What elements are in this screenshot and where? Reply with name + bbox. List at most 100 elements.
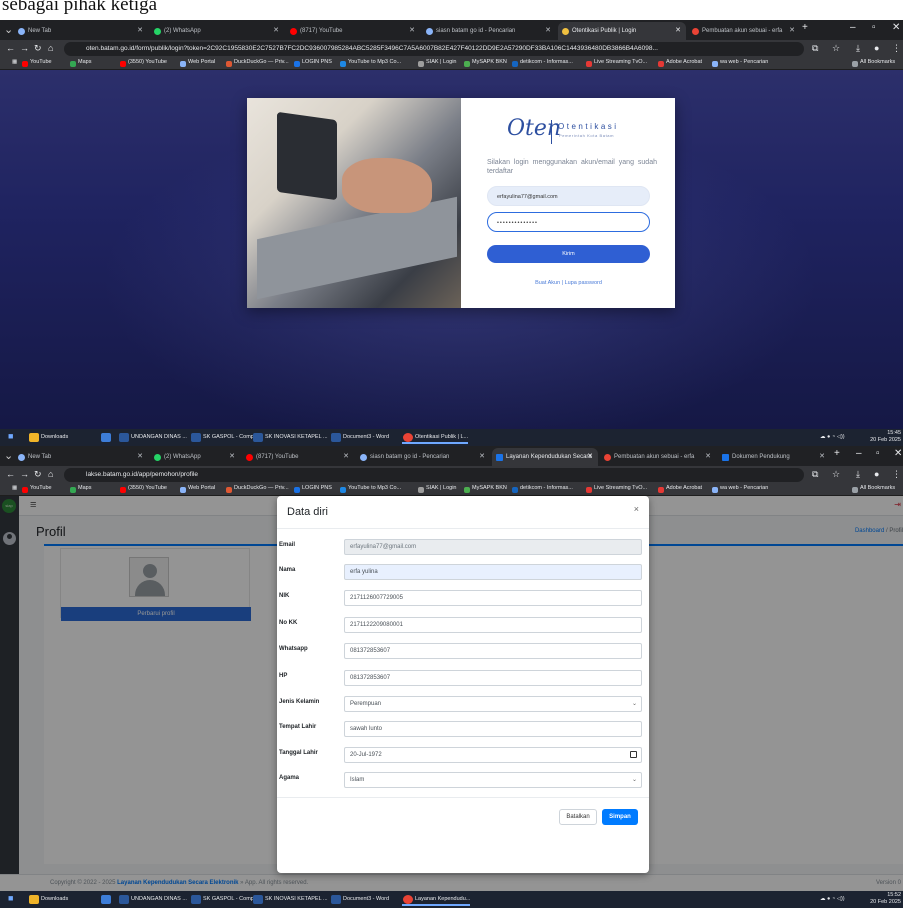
- tab-pembuatan-akun[interactable]: Pembuatan akun sebuai - erfa ✕: [688, 22, 800, 40]
- tab-close-icon[interactable]: ✕: [789, 22, 795, 40]
- nik-field[interactable]: 2171126007729005: [344, 590, 642, 606]
- tab-close-icon[interactable]: ✕: [343, 448, 349, 466]
- bookmark-adobe[interactable]: Adobe Acrobat: [658, 59, 702, 67]
- taskbar-sk-inovasi[interactable]: SK INOVASI KETAPEL ...: [252, 893, 328, 906]
- bookmark-youtube-mp3[interactable]: YouTube to Mp3 Co...: [340, 59, 401, 67]
- taskbar-undangan[interactable]: UNDANGAN DINAS ...: [118, 893, 187, 906]
- bookmark-login-pns[interactable]: LOGIN PNS: [294, 59, 332, 67]
- bookmark-web-portal[interactable]: Web Portal: [180, 59, 215, 67]
- bookmark-live-streaming[interactable]: Live Streaming TvO...: [586, 485, 647, 493]
- bookmark-wa-web[interactable]: wa web - Pencarian: [712, 485, 768, 493]
- taskbar-app[interactable]: [100, 431, 113, 444]
- bookmark-detikcom[interactable]: detikcom - Informas...: [512, 485, 573, 493]
- windows-start-icon[interactable]: ■: [8, 892, 13, 905]
- tab-whatsapp[interactable]: (2) WhatsApp ✕: [150, 22, 284, 40]
- email-field[interactable]: erfayulina77@gmail.com: [344, 539, 642, 555]
- taskbar-downloads[interactable]: Downloads: [28, 893, 68, 906]
- bookmark-adobe[interactable]: Adobe Acrobat: [658, 485, 702, 493]
- account-links[interactable]: Buat Akun | Lupa password: [487, 280, 650, 286]
- name-field[interactable]: erfa yulina: [344, 564, 642, 580]
- submit-button[interactable]: Kirim: [487, 245, 650, 263]
- bookmark-youtube-mp3[interactable]: YouTube to Mp3 Co...: [340, 485, 401, 493]
- tray-icons[interactable]: ☁ ● ◔ ◁)): [820, 893, 845, 906]
- tab-youtube[interactable]: (8717) YouTube ✕: [242, 448, 354, 466]
- reload-icon[interactable]: ↻: [34, 43, 42, 54]
- tab-close-icon[interactable]: ✕: [137, 448, 143, 466]
- bookmark-maps[interactable]: Maps: [70, 485, 91, 493]
- bookmark-siak[interactable]: SIAK | Login: [418, 485, 456, 493]
- tab-search[interactable]: siasn batam go id - Pencarian ✕: [422, 22, 556, 40]
- bookmark-web-portal[interactable]: Web Portal: [180, 485, 215, 493]
- no-kk-field[interactable]: 2171122209080001: [344, 617, 642, 633]
- tab-dokumen-pendukung[interactable]: Dokumen Pendukung ✕: [718, 448, 830, 466]
- profile-icon[interactable]: ●: [874, 469, 879, 479]
- tab-close-icon[interactable]: ✕: [675, 22, 681, 40]
- taskbar-sk-inovasi[interactable]: SK INOVASI KETAPEL ...: [252, 431, 328, 444]
- bookmark-duckduckgo[interactable]: DuckDuckGo — Priv...: [226, 485, 289, 493]
- menu-icon[interactable]: ⋮: [892, 43, 901, 54]
- minimize-icon[interactable]: –: [850, 22, 856, 33]
- whatsapp-field[interactable]: 081372853607: [344, 643, 642, 659]
- url-input[interactable]: oten.batam.go.id/form/publik/login?token…: [64, 42, 804, 56]
- translate-icon[interactable]: ⧉: [812, 43, 818, 54]
- calendar-icon[interactable]: [630, 751, 637, 758]
- taskbar-undangan[interactable]: UNDANGAN DINAS ...: [118, 431, 187, 444]
- tab-search[interactable]: siasn batam go id - Pencarian ✕: [356, 448, 490, 466]
- translate-icon[interactable]: ⧉: [812, 469, 818, 480]
- birthplace-field[interactable]: sawah lunto: [344, 721, 642, 737]
- bookmark-siak[interactable]: SIAK | Login: [418, 59, 456, 67]
- taskbar-sk-gaspol[interactable]: SK GASPOL - Comp...: [190, 893, 258, 906]
- tab-search-icon[interactable]: ⌄: [4, 23, 13, 36]
- reload-icon[interactable]: ↻: [34, 469, 42, 480]
- close-window-icon[interactable]: ✕: [892, 22, 900, 33]
- taskbar-document3[interactable]: Document3 - Word: [330, 431, 389, 444]
- bookmark-live-streaming[interactable]: Live Streaming TvO...: [586, 59, 647, 67]
- all-bookmarks[interactable]: All Bookmarks: [852, 485, 895, 493]
- bookmark-maps[interactable]: Maps: [70, 59, 91, 67]
- bookmark-mysapk[interactable]: MySAPK BKN: [464, 485, 507, 493]
- tray-icons[interactable]: ☁ ● ◔ ◁)): [820, 431, 845, 444]
- taskbar-otentikasi[interactable]: Otentikasi Publik | L...: [402, 431, 469, 444]
- bookmark-youtube[interactable]: YouTube: [22, 59, 52, 67]
- minimize-icon[interactable]: –: [856, 448, 862, 459]
- tab-close-icon[interactable]: ✕: [409, 22, 415, 40]
- cancel-button[interactable]: Batalkan: [559, 809, 597, 825]
- tab-otentikasi[interactable]: Otentikasi Publik | Login ✕: [558, 22, 686, 40]
- bookmark-wa-web[interactable]: wa web - Pencarian: [712, 59, 768, 67]
- bookmark-youtube[interactable]: YouTube: [22, 485, 52, 493]
- hp-field[interactable]: 081372853607: [344, 670, 642, 686]
- tab-close-icon[interactable]: ✕: [819, 448, 825, 466]
- menu-icon[interactable]: ⋮: [892, 469, 901, 480]
- bookmark-star-icon[interactable]: ☆: [832, 43, 840, 54]
- all-bookmarks[interactable]: All Bookmarks: [852, 59, 895, 67]
- home-icon[interactable]: ⌂: [48, 43, 53, 53]
- forward-icon[interactable]: →: [20, 43, 29, 53]
- religion-select[interactable]: Islam ⌄: [344, 772, 642, 788]
- forward-icon[interactable]: →: [20, 469, 29, 479]
- save-button[interactable]: Simpan: [602, 809, 638, 825]
- tab-close-icon[interactable]: ✕: [229, 448, 235, 466]
- close-window-icon[interactable]: ✕: [894, 448, 902, 459]
- tab-close-icon[interactable]: ✕: [479, 448, 485, 466]
- windows-start-icon[interactable]: ■: [8, 430, 13, 443]
- new-tab-button[interactable]: +: [834, 448, 840, 459]
- download-icon[interactable]: ⤓: [856, 469, 860, 480]
- tab-new-tab[interactable]: New Tab ✕: [14, 22, 148, 40]
- bookmark-mysapk[interactable]: MySAPK BKN: [464, 59, 507, 67]
- tab-pembuatan-akun[interactable]: Pembuatan akun sebuai - erfa ✕: [600, 448, 716, 466]
- taskbar-layanan[interactable]: Layanan Kependudu...: [402, 893, 471, 906]
- bookmark-login-pns[interactable]: LOGIN PNS: [294, 485, 332, 493]
- email-field[interactable]: erfayulina77@gmail.com: [487, 186, 650, 206]
- tab-close-icon[interactable]: ✕: [273, 22, 279, 40]
- tab-whatsapp[interactable]: (2) WhatsApp ✕: [150, 448, 240, 466]
- tab-search-icon[interactable]: ⌄: [4, 449, 13, 462]
- profile-icon[interactable]: ●: [874, 43, 879, 53]
- password-field[interactable]: ••••••••••••••: [487, 212, 650, 232]
- taskbar-sk-gaspol[interactable]: SK GASPOL - Comp...: [190, 431, 258, 444]
- tab-layanan-kependudukan[interactable]: Layanan Kependudukan Secara ✕: [492, 448, 598, 466]
- bookmark-duckduckgo[interactable]: DuckDuckGo — Priv...: [226, 59, 289, 67]
- url-input[interactable]: lakse.batam.go.id/app/pemohon/profile: [64, 468, 804, 482]
- taskbar-downloads[interactable]: Downloads: [28, 431, 68, 444]
- birthdate-field[interactable]: 20-Jul-1972: [344, 747, 642, 763]
- system-clock[interactable]: 15:52 20 Feb 2025: [870, 892, 901, 906]
